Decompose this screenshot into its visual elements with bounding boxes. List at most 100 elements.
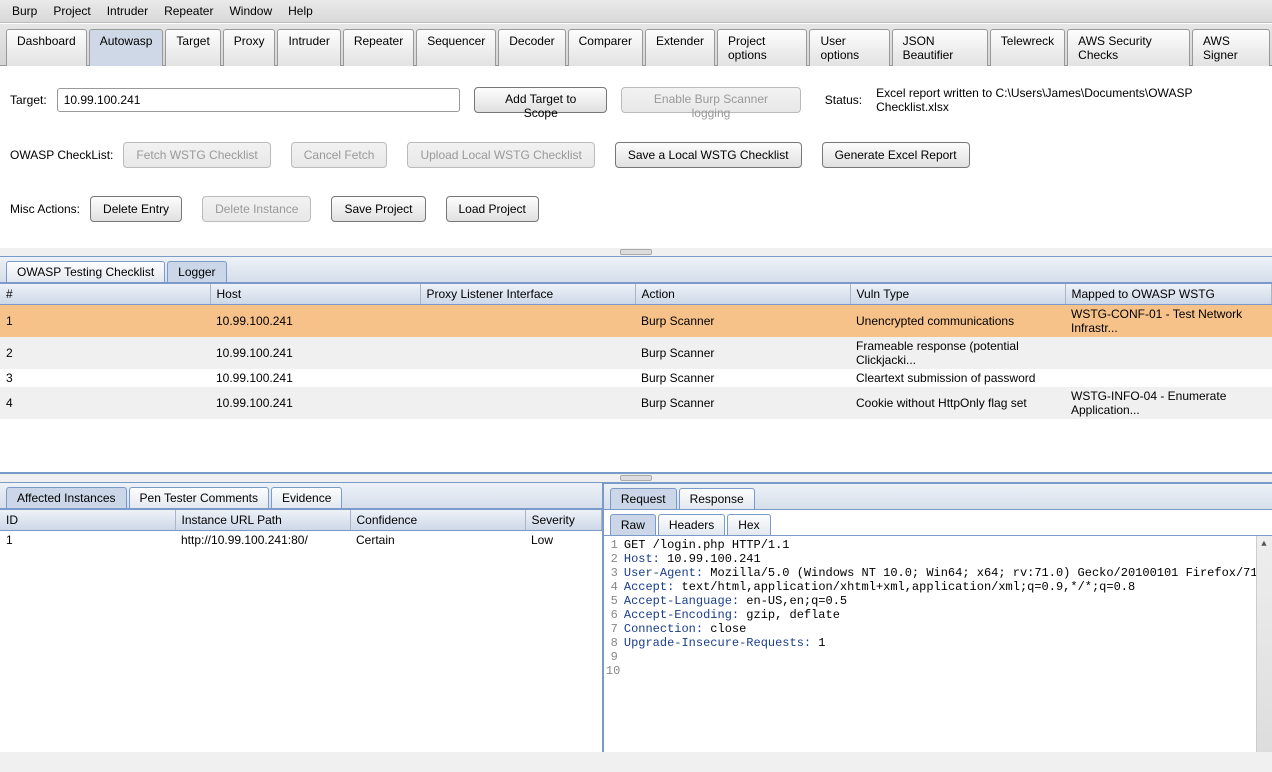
tab-raw[interactable]: Raw (610, 514, 656, 535)
tab-json-beautifier[interactable]: JSON Beautifier (892, 29, 988, 66)
subtab-logger[interactable]: Logger (167, 261, 226, 282)
tab-extender[interactable]: Extender (645, 29, 715, 66)
logger-col-header[interactable]: Mapped to OWASP WSTG (1065, 284, 1272, 305)
line-number: 9 (606, 650, 624, 664)
tab-comparer[interactable]: Comparer (568, 29, 643, 66)
tab-sequencer[interactable]: Sequencer (416, 29, 496, 66)
logger-cell: WSTG-CONF-01 - Test Network Infrastr... (1065, 305, 1272, 338)
logger-cell (1065, 369, 1272, 387)
line-number: 10 (606, 664, 624, 678)
delete-entry-button[interactable]: Delete Entry (90, 196, 182, 222)
instance-cell: http://10.99.100.241:80/ (175, 531, 350, 550)
tab-response[interactable]: Response (679, 488, 755, 509)
logger-table[interactable]: #HostProxy Listener InterfaceActionVuln … (0, 284, 1272, 419)
enable-scanner-logging-button[interactable]: Enable Burp Scanner logging (621, 87, 801, 113)
logger-cell: Unencrypted communications (850, 305, 1065, 338)
http-line: 3User-Agent: Mozilla/5.0 (Windows NT 10.… (606, 566, 1272, 580)
logger-col-header[interactable]: Action (635, 284, 850, 305)
menu-burp[interactable]: Burp (6, 2, 43, 20)
logger-cell: Burp Scanner (635, 305, 850, 338)
logger-cell: Frameable response (potential Clickjacki… (850, 337, 1065, 369)
tab-aws-signer[interactable]: AWS Signer (1192, 29, 1270, 66)
logger-cell: 10.99.100.241 (210, 369, 420, 387)
tab-dashboard[interactable]: Dashboard (6, 29, 87, 66)
http-line-content: Accept: text/html,application/xhtml+xml,… (624, 580, 1272, 594)
scrollbar[interactable]: ▲ (1256, 536, 1272, 752)
autowasp-panel: Target: Add Target to Scope Enable Burp … (0, 66, 1272, 248)
load-project-button[interactable]: Load Project (446, 196, 539, 222)
http-line-content: Upgrade-Insecure-Requests: 1 (624, 636, 1272, 650)
scroll-up-icon[interactable]: ▲ (1256, 536, 1272, 552)
tab-user-options[interactable]: User options (809, 29, 889, 66)
menubar: BurpProject IntruderRepeaterWindowHelp (0, 0, 1272, 23)
fetch-wstg-button[interactable]: Fetch WSTG Checklist (123, 142, 270, 168)
affected-tab-strip: Affected InstancesPen Tester CommentsEvi… (0, 482, 602, 510)
owasp-checklist-label: OWASP CheckList: (10, 148, 113, 162)
logger-row[interactable]: 410.99.100.241Burp ScannerCookie without… (0, 387, 1272, 419)
http-line: 2Host: 10.99.100.241 (606, 552, 1272, 566)
tab-request[interactable]: Request (610, 488, 677, 509)
menu-project[interactable]: Project (47, 2, 96, 20)
target-label: Target: (10, 93, 47, 107)
instances-col-header[interactable]: Confidence (350, 510, 525, 531)
logger-col-header[interactable]: # (0, 284, 210, 305)
instances-col-header[interactable]: Severity (525, 510, 601, 531)
logger-row[interactable]: 310.99.100.241Burp ScannerCleartext subm… (0, 369, 1272, 387)
line-number: 7 (606, 622, 624, 636)
instance-row[interactable]: 1http://10.99.100.241:80/CertainLow (0, 531, 601, 550)
tab-project-options[interactable]: Project options (717, 29, 807, 66)
target-input[interactable] (57, 88, 461, 112)
tab-repeater[interactable]: Repeater (343, 29, 414, 66)
tab-intruder[interactable]: Intruder (277, 29, 340, 66)
tab-headers[interactable]: Headers (658, 514, 725, 535)
tab-proxy[interactable]: Proxy (223, 29, 276, 66)
request-raw-view[interactable]: ▲ 1GET /login.php HTTP/1.12Host: 10.99.1… (604, 536, 1272, 752)
status-text: Excel report written to C:\Users\James\D… (876, 86, 1262, 114)
save-local-wstg-button[interactable]: Save a Local WSTG Checklist (615, 142, 802, 168)
logger-col-header[interactable]: Proxy Listener Interface (420, 284, 635, 305)
line-number: 5 (606, 594, 624, 608)
tab-telewreck[interactable]: Telewreck (990, 29, 1065, 66)
logger-row[interactable]: 210.99.100.241Burp ScannerFrameable resp… (0, 337, 1272, 369)
subtab-pen-tester-comments[interactable]: Pen Tester Comments (129, 487, 270, 508)
http-line: 8Upgrade-Insecure-Requests: 1 (606, 636, 1272, 650)
subtab-evidence[interactable]: Evidence (271, 487, 342, 508)
logger-table-area: #HostProxy Listener InterfaceActionVuln … (0, 284, 1272, 474)
instance-cell: Low (525, 531, 601, 550)
misc-actions-label: Misc Actions: (10, 202, 80, 216)
cancel-fetch-button[interactable]: Cancel Fetch (291, 142, 388, 168)
tab-decoder[interactable]: Decoder (498, 29, 565, 66)
upload-local-wstg-button[interactable]: Upload Local WSTG Checklist (407, 142, 594, 168)
instances-table[interactable]: IDInstance URL PathConfidenceSeverity 1h… (0, 510, 602, 549)
add-target-button[interactable]: Add Target to Scope (474, 87, 607, 113)
menu-help[interactable]: Help (282, 2, 319, 20)
save-project-button[interactable]: Save Project (331, 196, 425, 222)
logger-col-header[interactable]: Host (210, 284, 420, 305)
instances-col-header[interactable]: ID (0, 510, 175, 531)
logger-row[interactable]: 110.99.100.241Burp ScannerUnencrypted co… (0, 305, 1272, 338)
splitter-handle[interactable] (0, 248, 1272, 256)
line-number: 2 (606, 552, 624, 566)
instances-col-header[interactable]: Instance URL Path (175, 510, 350, 531)
logger-col-header[interactable]: Vuln Type (850, 284, 1065, 305)
delete-instance-button[interactable]: Delete Instance (202, 196, 311, 222)
generate-excel-button[interactable]: Generate Excel Report (822, 142, 970, 168)
http-line: 1GET /login.php HTTP/1.1 (606, 538, 1272, 552)
tab-hex[interactable]: Hex (727, 514, 770, 535)
subtab-affected-instances[interactable]: Affected Instances (6, 487, 127, 508)
logger-cell: 1 (0, 305, 210, 338)
tab-target[interactable]: Target (165, 29, 220, 66)
tab-aws-security-checks[interactable]: AWS Security Checks (1067, 29, 1190, 66)
logger-tab-strip: OWASP Testing ChecklistLogger (0, 256, 1272, 284)
menu-repeater[interactable]: Repeater (158, 2, 219, 20)
http-line-content (624, 664, 1272, 678)
menu-intruder[interactable]: Intruder (101, 2, 154, 20)
line-number: 1 (606, 538, 624, 552)
menu-window[interactable]: Window (223, 2, 278, 20)
splitter-handle-2[interactable] (0, 474, 1272, 482)
subtab-owasp-testing-checklist[interactable]: OWASP Testing Checklist (6, 261, 165, 282)
http-line: 4Accept: text/html,application/xhtml+xml… (606, 580, 1272, 594)
http-line: 10 (606, 664, 1272, 678)
tab-autowasp[interactable]: Autowasp (89, 29, 164, 66)
logger-cell (420, 305, 635, 338)
